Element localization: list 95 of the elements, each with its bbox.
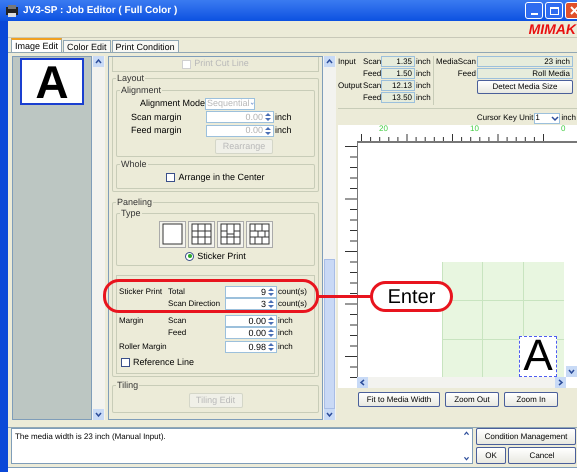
view-button[interactable]: Zoom In bbox=[504, 392, 558, 407]
group-title: Layout bbox=[116, 73, 146, 84]
condition-management-button[interactable]: Condition Management bbox=[476, 428, 576, 445]
field-label: Sticker Print bbox=[119, 286, 162, 298]
checkbox[interactable]: Arrange in the Center bbox=[166, 170, 265, 184]
field-label: Total bbox=[168, 286, 186, 298]
checkbox[interactable]: Reference Line bbox=[121, 356, 312, 370]
field-label: Margin bbox=[119, 315, 144, 327]
unit-dropdown[interactable]: 1 bbox=[534, 112, 560, 124]
dialog-button[interactable]: Cancel bbox=[508, 447, 576, 464]
spinner-icon[interactable] bbox=[267, 287, 275, 297]
group-label: Media bbox=[436, 56, 458, 68]
spinner-icon[interactable] bbox=[267, 299, 275, 309]
value-field: 13.50 bbox=[381, 92, 415, 103]
dialog-button[interactable]: OK bbox=[476, 447, 506, 464]
callout-label: Enter bbox=[370, 281, 453, 312]
maximize-button[interactable] bbox=[545, 2, 563, 19]
value-field: Roll Media bbox=[477, 68, 573, 79]
unit-label: inch bbox=[561, 112, 576, 124]
unit-label: inch bbox=[278, 341, 293, 353]
thumbnail[interactable]: A bbox=[20, 58, 84, 105]
horizontal-scrollbar[interactable] bbox=[357, 377, 566, 388]
value-field: 23 inch bbox=[477, 56, 573, 67]
grid-icon bbox=[248, 222, 270, 246]
field-label: Feed bbox=[363, 92, 381, 104]
spinner-icon[interactable] bbox=[264, 112, 272, 122]
group-title: Tiling bbox=[116, 380, 140, 390]
spinner-icon[interactable] bbox=[267, 316, 275, 326]
app-icon bbox=[5, 4, 19, 18]
close-icon[interactable] bbox=[570, 6, 577, 15]
field-label: Feed bbox=[457, 68, 477, 80]
field-label: Scan bbox=[363, 80, 381, 92]
field-label: Scan bbox=[168, 315, 188, 327]
field-label: Roller Margin bbox=[119, 341, 168, 353]
grid-icon bbox=[190, 222, 212, 246]
group-label: Output bbox=[338, 80, 362, 92]
unit-label: count(s) bbox=[278, 286, 307, 298]
logo: MIMAK bbox=[528, 22, 576, 36]
spinner-icon[interactable] bbox=[267, 328, 275, 338]
value-field: 12.13 bbox=[381, 80, 415, 91]
unit-label: inch bbox=[278, 327, 293, 339]
view-button[interactable]: Fit to Media Width bbox=[358, 392, 440, 407]
unit-label: inch bbox=[275, 124, 292, 137]
selected-image[interactable]: A bbox=[519, 336, 557, 377]
field-label: Scan Direction bbox=[168, 298, 222, 310]
spinner-icon[interactable] bbox=[267, 342, 275, 352]
tab[interactable]: Print Condition bbox=[112, 40, 179, 52]
field-label: Feed bbox=[168, 327, 188, 339]
tab[interactable]: Color Edit bbox=[63, 40, 111, 52]
ruler-label: 10 bbox=[470, 125, 479, 133]
group-label: Input bbox=[338, 56, 356, 68]
scrollbar[interactable] bbox=[323, 56, 336, 420]
number-field[interactable]: 9 bbox=[225, 286, 277, 298]
group-title: Paneling bbox=[116, 196, 154, 208]
value-field: 1.50 bbox=[381, 68, 415, 79]
number-field[interactable]: 0.00 bbox=[225, 315, 277, 327]
unit-label: inch bbox=[415, 92, 431, 104]
unit-label: inch bbox=[415, 56, 431, 68]
panel-layout-button[interactable] bbox=[188, 220, 214, 248]
ruler-label: 20 bbox=[379, 125, 388, 133]
group-title: Alignment bbox=[120, 85, 162, 96]
number-field[interactable]: 0.98 bbox=[225, 341, 277, 353]
leader-line bbox=[319, 295, 371, 298]
group-title: Type bbox=[120, 208, 142, 218]
ruler-label: 0 bbox=[561, 125, 566, 133]
field-label: Scan bbox=[363, 56, 381, 68]
radio-button[interactable]: Sticker Print bbox=[185, 250, 246, 263]
unit-label: inch bbox=[415, 80, 431, 92]
view-button[interactable]: Zoom Out bbox=[445, 392, 499, 407]
tab[interactable]: Image Edit bbox=[11, 38, 62, 52]
field-label: Scan bbox=[458, 56, 477, 68]
panel-layout-button[interactable] bbox=[216, 220, 244, 248]
field-label: Scan margin bbox=[130, 110, 183, 124]
grid-icon bbox=[160, 222, 184, 246]
field-label: Alignment Mode bbox=[138, 97, 205, 110]
detect-media-size-button[interactable]: Detect Media Size bbox=[477, 80, 573, 94]
panel-layout-button[interactable] bbox=[158, 220, 186, 248]
window-title: JV3-SP : Job Editor ( Full Color ) bbox=[23, 4, 178, 18]
grid-icon bbox=[218, 222, 242, 246]
unit-label: count(s) bbox=[278, 298, 307, 310]
field-label: Cursor Key Unit bbox=[476, 112, 534, 124]
number-field[interactable]: 3 bbox=[225, 298, 277, 310]
group-title: Whole bbox=[120, 158, 148, 170]
number-field[interactable]: 0.00 bbox=[225, 327, 277, 339]
panel-layout-button[interactable] bbox=[246, 220, 272, 248]
message-text: The media width is 23 inch (Manual Input). bbox=[14, 431, 167, 443]
field-label: Feed bbox=[363, 68, 381, 80]
unit-label: inch bbox=[278, 315, 293, 327]
field-label: Feed margin bbox=[130, 124, 183, 137]
scrollbar[interactable] bbox=[92, 56, 105, 420]
minimize-button[interactable] bbox=[525, 2, 543, 19]
spinner-icon[interactable] bbox=[264, 126, 272, 136]
unit-label: inch bbox=[415, 68, 431, 80]
unit-label: inch bbox=[275, 110, 292, 124]
value-field: 1.35 bbox=[381, 56, 415, 67]
